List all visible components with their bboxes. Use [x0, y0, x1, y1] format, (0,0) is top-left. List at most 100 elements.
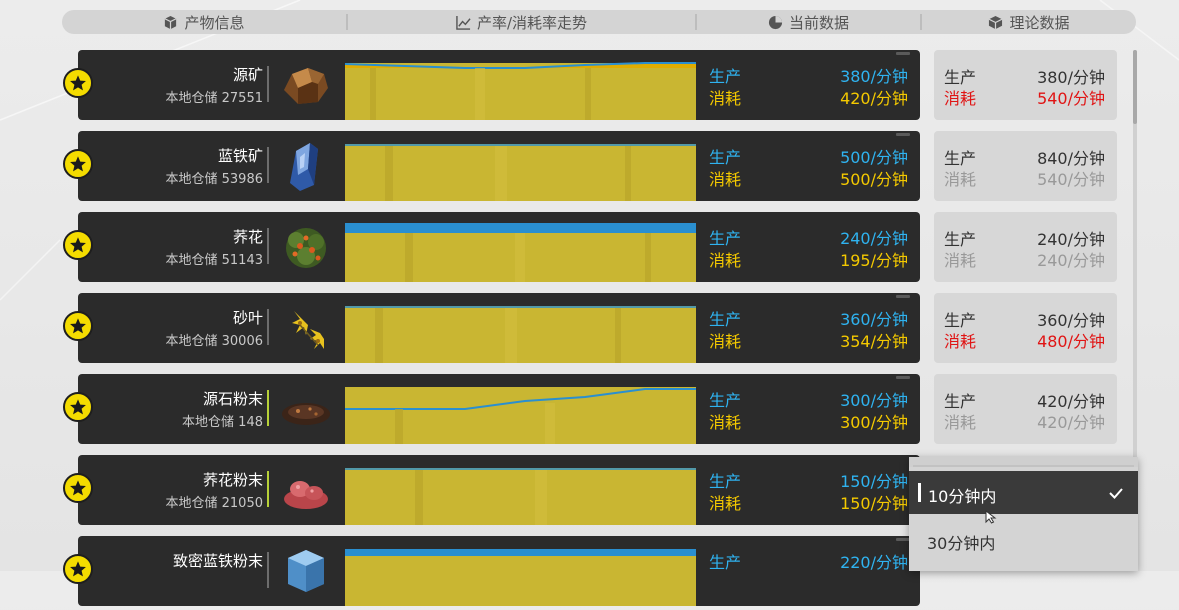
consume-label: 消耗 — [944, 170, 977, 189]
product-name: 致密蓝铁粉末 — [172, 552, 263, 570]
option-label: 30分钟内 — [927, 534, 996, 553]
theory-panel: 生产 消耗 840/分钟 540/分钟 — [934, 131, 1117, 201]
option-label: 10分钟内 — [928, 487, 997, 506]
favorite-star-icon[interactable] — [63, 554, 93, 584]
consume-label: 消耗 — [709, 332, 742, 351]
dropdown-header — [909, 457, 1138, 467]
theory-consume-rate: 540/分钟 — [1037, 89, 1105, 108]
theory-consume-rate: 480/分钟 — [1037, 332, 1105, 351]
current-produce-rate: 380/分钟 — [840, 67, 908, 86]
time-range-dropdown[interactable]: 10分钟内 30分钟内 — [909, 457, 1138, 571]
theory-consume-rate: 240/分钟 — [1037, 251, 1105, 270]
consume-label: 消耗 — [709, 494, 742, 513]
current-consume-rate: 195/分钟 — [840, 251, 908, 270]
favorite-star-icon[interactable] — [63, 311, 93, 341]
current-consume-rate: 300/分钟 — [840, 413, 908, 432]
local-storage: 本地仓储 51143 — [165, 253, 264, 268]
table-row-zhimi-lantie-fenmo[interactable]: 致密蓝铁粉末 生产 220/分钟 — [63, 536, 920, 606]
plant-icon — [286, 228, 326, 268]
consume-label: 消耗 — [944, 332, 977, 351]
row-handle — [896, 52, 910, 55]
favorite-star-icon[interactable] — [63, 392, 93, 422]
storage-divider — [267, 552, 269, 588]
product-name: 蓝铁矿 — [217, 147, 263, 165]
selected-indicator — [918, 483, 921, 502]
header-label: 当前数据 — [788, 13, 849, 32]
row-handle — [896, 376, 910, 379]
header-current-data: 当前数据 — [697, 10, 920, 34]
produce-label: 生产 — [709, 472, 742, 491]
consume-label: 消耗 — [944, 251, 977, 270]
favorite-star-icon[interactable] — [63, 68, 93, 98]
mouse-cursor-icon — [985, 510, 997, 524]
favorite-star-icon[interactable] — [63, 473, 93, 503]
product-name: 砂叶 — [232, 309, 263, 327]
consume-label: 消耗 — [709, 89, 742, 108]
table-row-yuankuang[interactable]: 源矿 本地仓储 27551 生产 消耗 380/分钟 420/分钟 — [63, 50, 920, 120]
trend-chart — [345, 217, 696, 282]
trend-chart — [345, 379, 696, 444]
row-handle — [896, 295, 910, 298]
local-storage: 本地仓储 27551 — [165, 91, 264, 106]
table-header: 产物信息 产率/消耗率走势 当前数据 理论数据 — [62, 10, 1136, 34]
cube-icon — [165, 15, 177, 29]
table-row-yuanshi-fenmo[interactable]: 源石粉末 本地仓储 148 生产 消耗 300/分钟 300/分钟 — [63, 374, 920, 444]
storage-divider — [267, 309, 269, 345]
favorite-star-icon[interactable] — [63, 230, 93, 260]
produce-label: 生产 — [709, 148, 742, 167]
storage-divider — [267, 66, 269, 102]
blue-cube-icon — [288, 550, 324, 592]
red-powder-icon — [284, 481, 328, 509]
theory-consume-rate: 540/分钟 — [1037, 170, 1105, 189]
table-row-lantiekuang[interactable]: 蓝铁矿 本地仓储 53986 生产 消耗 500/分钟 500/分钟 — [63, 131, 920, 201]
favorite-star-icon[interactable] — [63, 149, 93, 179]
theory-panel: 生产 消耗 240/分钟 240/分钟 — [934, 212, 1117, 282]
trend-chart — [345, 136, 696, 201]
trend-chart — [345, 460, 696, 525]
current-consume-rate: 354/分钟 — [840, 332, 908, 351]
header-theory-data: 理论数据 — [922, 10, 1136, 34]
current-consume-rate: 420/分钟 — [840, 89, 908, 108]
storage-divider — [267, 147, 269, 183]
product-name: 荞花粉末 — [202, 471, 263, 489]
produce-label: 生产 — [709, 67, 742, 86]
theory-panel: 生产 消耗 420/分钟 420/分钟 — [934, 374, 1117, 444]
scrollbar-thumb[interactable] — [1133, 50, 1137, 124]
theory-consume-rate: 420/分钟 — [1037, 413, 1105, 432]
local-storage: 本地仓储 53986 — [165, 172, 264, 187]
product-name: 荞花 — [232, 228, 263, 246]
table-row-qiaohua-fenmo[interactable]: 荞花粉末 本地仓储 21050 生产 消耗 150/分钟 150/分钟 — [63, 455, 920, 525]
line-chart-icon — [456, 15, 471, 30]
storage-divider — [267, 390, 269, 426]
powder-icon — [282, 403, 330, 425]
current-produce-rate: 150/分钟 — [840, 472, 908, 491]
header-label: 产物信息 — [184, 13, 245, 32]
theory-panel: 生产 消耗 380/分钟 540/分钟 — [934, 50, 1117, 120]
header-label: 产率/消耗率走势 — [476, 13, 588, 32]
current-produce-rate: 500/分钟 — [840, 148, 908, 167]
box-icon — [989, 15, 1003, 29]
row-handle — [896, 133, 910, 136]
product-name: 源矿 — [232, 66, 263, 84]
produce-label: 生产 — [709, 391, 742, 410]
consume-label: 消耗 — [709, 251, 742, 270]
trend-chart — [345, 298, 696, 363]
leaf-icon — [292, 311, 324, 349]
pie-chart-icon — [768, 15, 783, 29]
table-row-shaye[interactable]: 砂叶 本地仓储 30006 生产 消耗 360/分钟 354/分钟 — [63, 293, 920, 363]
check-icon — [1109, 488, 1123, 499]
current-consume-rate: 500/分钟 — [840, 170, 908, 189]
dropdown-option-30min[interactable]: 30分钟内 — [909, 517, 1138, 561]
header-product-info: 产物信息 — [62, 10, 346, 34]
current-consume-rate: 150/分钟 — [840, 494, 908, 513]
consume-label: 消耗 — [709, 413, 742, 432]
header-trend: 产率/消耗率走势 — [348, 10, 695, 34]
current-produce-rate: 300/分钟 — [840, 391, 908, 410]
theory-panel: 生产 消耗 360/分钟 480/分钟 — [934, 293, 1117, 363]
storage-divider — [267, 471, 269, 507]
table-row-qiaohua[interactable]: 荞花 本地仓储 51143 生产 消耗 240/分钟 195/分钟 — [63, 212, 920, 282]
current-produce-rate: 360/分钟 — [840, 310, 908, 329]
trend-chart — [345, 541, 696, 606]
crystal-icon — [290, 143, 318, 191]
dropdown-option-10min[interactable]: 10分钟内 — [909, 471, 1138, 514]
